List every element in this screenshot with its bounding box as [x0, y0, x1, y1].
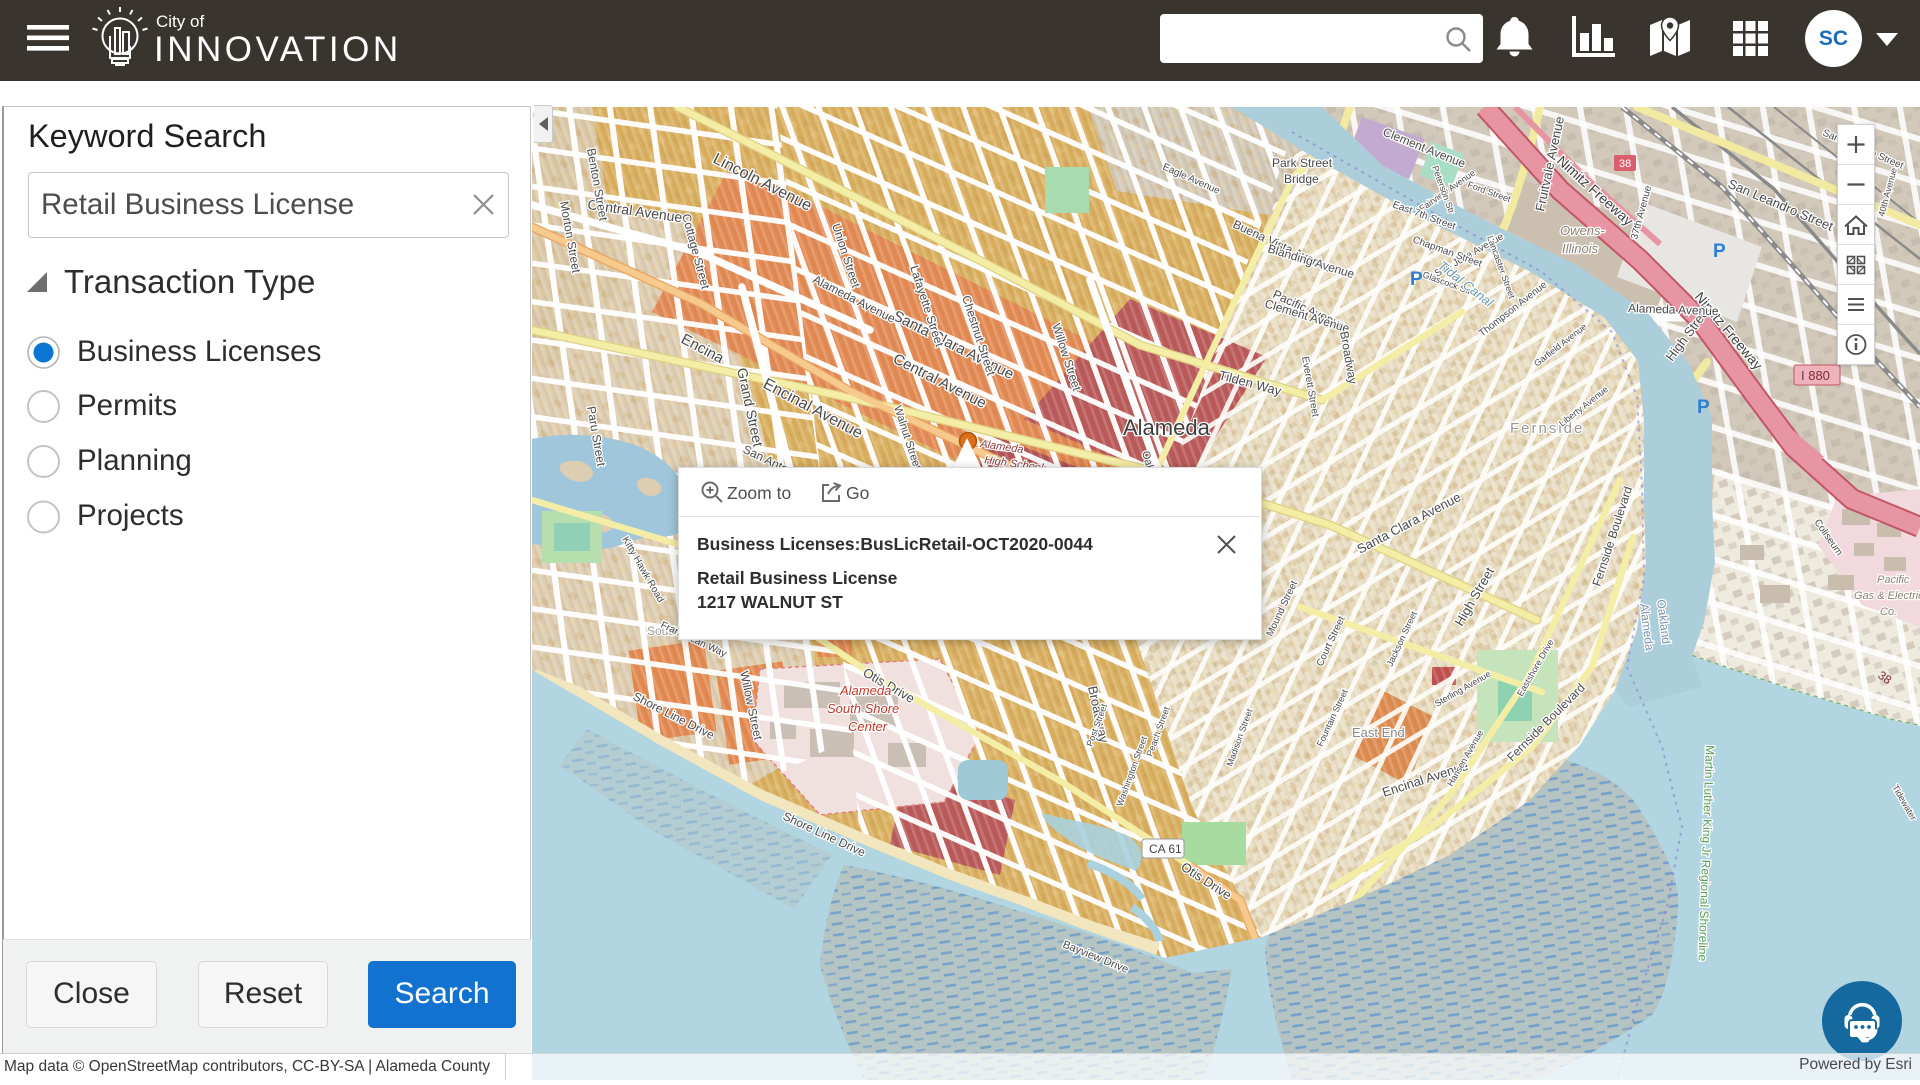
svg-text:South Shore: South Shore [827, 701, 899, 716]
svg-text:Alameda: Alameda [1123, 415, 1211, 440]
svg-text:Gas & Electric: Gas & Electric [1854, 590, 1920, 602]
svg-text:Pacific: Pacific [1877, 574, 1910, 586]
svg-text:P: P [1697, 397, 1710, 418]
svg-text:Illinois: Illinois [1562, 241, 1599, 256]
svg-text:I 880: I 880 [1801, 368, 1830, 383]
svg-text:Alameda: Alameda [839, 683, 891, 698]
svg-text:Fernside: Fernside [1510, 420, 1584, 437]
svg-text:P: P [1713, 241, 1726, 262]
svg-text:Owens-: Owens- [1560, 223, 1605, 238]
svg-text:Park Street: Park Street [1272, 156, 1333, 170]
svg-text:P: P [1410, 269, 1423, 290]
svg-text:East End: East End [1352, 725, 1405, 740]
svg-text:38: 38 [1619, 158, 1631, 170]
svg-text:Bridge: Bridge [1284, 172, 1319, 186]
svg-text:Co.: Co. [1880, 606, 1897, 618]
svg-text:CA 61: CA 61 [1149, 842, 1182, 856]
svg-text:Center: Center [848, 719, 888, 734]
